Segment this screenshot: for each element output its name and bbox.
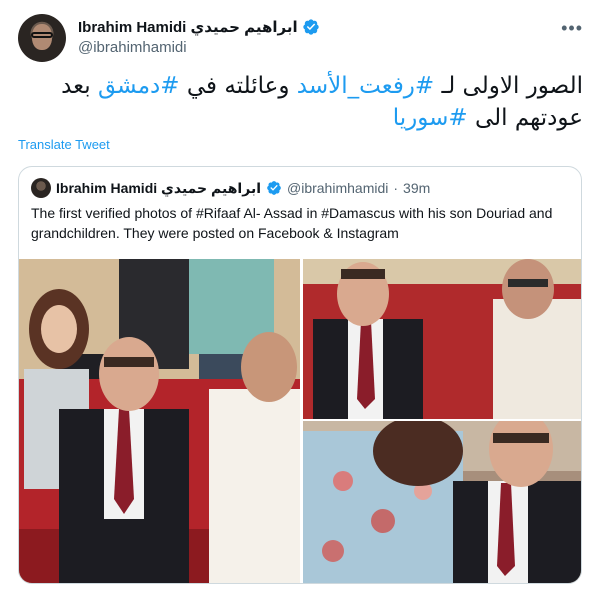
hashtag-link[interactable]: #سوريا: [393, 105, 468, 131]
tweet-header: Ibrahim Hamidi ابراهيم حميدي @ibrahimham…: [18, 14, 583, 62]
tweet-text-part1: الصور الاولى لـ: [434, 73, 583, 99]
photo-grid: [19, 259, 581, 583]
quoted-tweet[interactable]: Ibrahim Hamidi ابراهيم حميدي @ibrahimham…: [18, 166, 582, 584]
tweet-card: Ibrahim Hamidi ابراهيم حميدي @ibrahimham…: [0, 0, 599, 591]
handle[interactable]: @ibrahimhamidi: [78, 39, 320, 56]
separator-dot: ·: [393, 180, 399, 196]
avatar-glasses: [31, 32, 53, 38]
display-name-row: Ibrahim Hamidi ابراهيم حميدي: [78, 17, 320, 37]
translate-tweet-link[interactable]: Translate Tweet: [18, 137, 110, 152]
photo-group-sofa[interactable]: [19, 259, 300, 583]
quoted-handle[interactable]: @ibrahimhamidi: [287, 180, 388, 196]
photo-with-child[interactable]: [303, 421, 581, 583]
avatar[interactable]: [18, 14, 66, 62]
quoted-timestamp[interactable]: 39m: [403, 180, 430, 196]
quoted-avatar[interactable]: [31, 178, 51, 198]
quoted-tweet-text: The first verified photos of #Rifaaf Al-…: [31, 205, 553, 241]
tweet-text: الصور الاولى لـ #رفعت_الأسد وعائلته في #…: [18, 70, 583, 134]
author-info: Ibrahim Hamidi ابراهيم حميدي @ibrahimham…: [78, 17, 320, 56]
photo-conversation[interactable]: [303, 259, 581, 419]
verified-badge-icon: [267, 181, 281, 195]
quoted-tweet-header: Ibrahim Hamidi ابراهيم حميدي @ibrahimham…: [31, 178, 430, 198]
more-options-icon[interactable]: •••: [561, 18, 583, 39]
hashtag-link[interactable]: #دمشق: [98, 73, 180, 99]
display-name[interactable]: Ibrahim Hamidi ابراهيم حميدي: [78, 18, 298, 36]
tweet-text-part2: وعائلته في: [179, 73, 297, 99]
verified-badge-icon: [302, 19, 319, 35]
hashtag-link[interactable]: #رفعت_الأسد: [297, 73, 434, 99]
quoted-display-name[interactable]: Ibrahim Hamidi ابراهيم حميدي: [56, 180, 261, 197]
